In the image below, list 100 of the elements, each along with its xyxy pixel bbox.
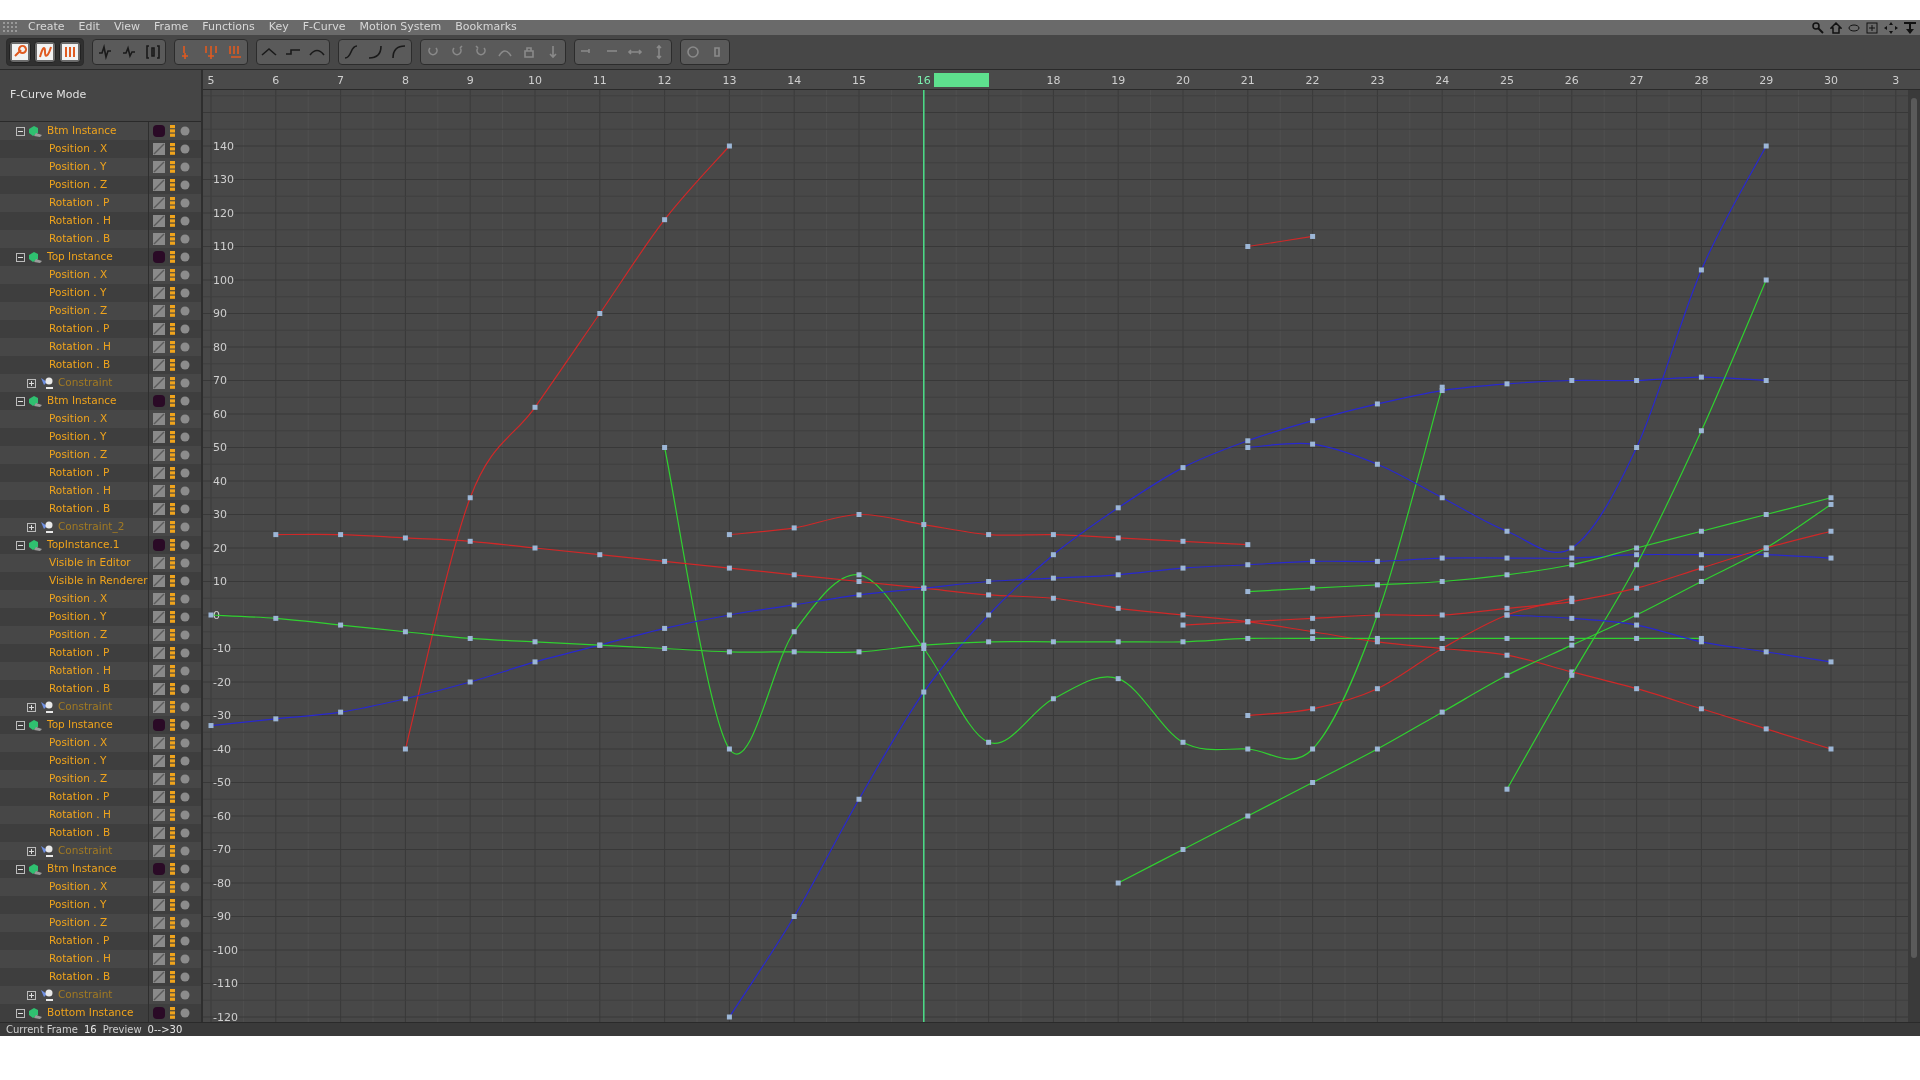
track-label[interactable]: Rotation . B bbox=[49, 231, 111, 247]
track-bars-icon[interactable] bbox=[170, 197, 175, 209]
columns-icon[interactable] bbox=[62, 44, 78, 60]
expand-icon[interactable] bbox=[27, 702, 36, 712]
solo-dot-icon[interactable] bbox=[180, 1008, 190, 1018]
f-curve[interactable] bbox=[208, 552, 1834, 729]
track-bars-icon[interactable] bbox=[170, 611, 175, 623]
collapse-icon[interactable] bbox=[16, 720, 25, 730]
f-curve[interactable] bbox=[1245, 495, 1834, 595]
track-label[interactable]: Rotation . H bbox=[49, 807, 111, 823]
expand-icon[interactable] bbox=[27, 846, 36, 856]
move-icon[interactable] bbox=[1884, 21, 1898, 34]
solo-dot-icon[interactable] bbox=[180, 270, 190, 280]
track-bars-icon[interactable] bbox=[170, 413, 175, 425]
lock-key-icon[interactable] bbox=[521, 44, 537, 60]
track-bars-icon[interactable] bbox=[170, 791, 175, 803]
oval-icon[interactable] bbox=[1848, 23, 1860, 32]
track-label[interactable]: Position . Z bbox=[49, 627, 108, 643]
solo-dot-icon[interactable] bbox=[180, 234, 190, 244]
track-bars-icon[interactable] bbox=[170, 935, 175, 947]
collapse-icon[interactable] bbox=[16, 1008, 25, 1018]
track-bars-icon[interactable] bbox=[170, 665, 175, 677]
track-bars-icon[interactable] bbox=[170, 377, 175, 389]
solo-dot-icon[interactable] bbox=[180, 576, 190, 586]
solo-dot-icon[interactable] bbox=[180, 540, 190, 550]
solo-dot-icon[interactable] bbox=[180, 594, 190, 604]
grip-icon[interactable] bbox=[3, 22, 17, 33]
f-curve[interactable] bbox=[1245, 595, 1575, 718]
solo-dot-icon[interactable] bbox=[180, 180, 190, 190]
solo-dot-icon[interactable] bbox=[180, 432, 190, 442]
solo-dot-icon[interactable] bbox=[180, 342, 190, 352]
curve-toggle-icon[interactable] bbox=[153, 791, 165, 803]
curve-toggle-icon[interactable] bbox=[153, 755, 165, 767]
collapse-icon[interactable] bbox=[16, 396, 25, 406]
track-label[interactable]: Position . Z bbox=[49, 915, 108, 931]
track-label[interactable]: Position . X bbox=[49, 591, 108, 607]
track-bars-icon[interactable] bbox=[170, 683, 175, 695]
curve-toggle-icon[interactable] bbox=[153, 845, 165, 857]
solo-dot-icon[interactable] bbox=[180, 900, 190, 910]
search-icon[interactable] bbox=[1812, 21, 1824, 34]
collapse-icon[interactable] bbox=[16, 252, 25, 262]
solo-dot-icon[interactable] bbox=[180, 954, 190, 964]
curve-toggle-icon[interactable] bbox=[153, 989, 165, 1001]
color-swatch[interactable] bbox=[153, 251, 165, 263]
track-label[interactable]: Position . X bbox=[49, 411, 108, 427]
f-curve[interactable] bbox=[1180, 528, 1834, 628]
solo-dot-icon[interactable] bbox=[180, 684, 190, 694]
curve-toggle-icon[interactable] bbox=[153, 305, 165, 317]
curve-toggle-icon[interactable] bbox=[153, 413, 165, 425]
expand-icon[interactable] bbox=[27, 522, 36, 532]
curve-toggle-icon[interactable] bbox=[153, 917, 165, 929]
curve-toggle-icon[interactable] bbox=[153, 881, 165, 893]
curve-toggle-icon[interactable] bbox=[153, 809, 165, 821]
track-bars-icon[interactable] bbox=[170, 881, 175, 893]
track-bars-icon[interactable] bbox=[170, 539, 175, 551]
track-bars-icon[interactable] bbox=[170, 755, 175, 767]
solo-dot-icon[interactable] bbox=[180, 450, 190, 460]
track-label[interactable]: Visible in Editor bbox=[49, 555, 131, 571]
track-label[interactable]: Rotation . P bbox=[49, 195, 110, 211]
track-bars-icon[interactable] bbox=[170, 953, 175, 965]
curve-toggle-icon[interactable] bbox=[153, 593, 165, 605]
track-label[interactable]: Position . Y bbox=[49, 159, 107, 175]
ease-curve-icon[interactable] bbox=[343, 44, 359, 60]
menu-item[interactable]: Edit bbox=[78, 19, 100, 36]
track-bars-icon[interactable] bbox=[170, 719, 175, 731]
curve-toggle-icon[interactable] bbox=[153, 143, 165, 155]
track-label[interactable]: Rotation . H bbox=[49, 663, 111, 679]
collapse-icon[interactable] bbox=[16, 126, 25, 136]
home-icon[interactable] bbox=[1830, 21, 1842, 34]
solo-dot-icon[interactable] bbox=[180, 558, 190, 568]
track-bars-icon[interactable] bbox=[170, 701, 175, 713]
solo-dot-icon[interactable] bbox=[180, 666, 190, 676]
constraint-label[interactable]: Constraint bbox=[58, 699, 113, 715]
curve-toggle-icon[interactable] bbox=[153, 233, 165, 245]
track-label[interactable]: Rotation . H bbox=[49, 483, 111, 499]
track-bars-icon[interactable] bbox=[170, 395, 175, 407]
solo-dot-icon[interactable] bbox=[180, 414, 190, 424]
solo-dot-icon[interactable] bbox=[180, 306, 190, 316]
color-swatch[interactable] bbox=[153, 395, 165, 407]
menu-item[interactable]: F-Curve bbox=[302, 19, 346, 36]
expand-icon[interactable] bbox=[27, 990, 36, 1000]
collapse-icon[interactable] bbox=[16, 540, 25, 550]
track-bars-icon[interactable] bbox=[170, 161, 175, 173]
track-bars-icon[interactable] bbox=[170, 557, 175, 569]
solo-dot-icon[interactable] bbox=[180, 504, 190, 514]
solo-dot-icon[interactable] bbox=[180, 756, 190, 766]
track-bars-icon[interactable] bbox=[170, 647, 175, 659]
track-bars-icon[interactable] bbox=[170, 125, 175, 137]
curve-toggle-icon[interactable] bbox=[153, 701, 165, 713]
constraint-label[interactable]: Constraint bbox=[58, 987, 113, 1003]
solo-dot-icon[interactable] bbox=[180, 162, 190, 172]
color-swatch[interactable] bbox=[153, 719, 165, 731]
track-label[interactable]: Position . X bbox=[49, 879, 108, 895]
menu-item[interactable]: Key bbox=[268, 19, 289, 36]
bracket-icon[interactable] bbox=[145, 44, 161, 60]
track-bars-icon[interactable] bbox=[170, 503, 175, 515]
track-bars-icon[interactable] bbox=[170, 323, 175, 335]
curve-toggle-icon[interactable] bbox=[153, 665, 165, 677]
solo-dot-icon[interactable] bbox=[180, 990, 190, 1000]
solo-dot-icon[interactable] bbox=[180, 774, 190, 784]
